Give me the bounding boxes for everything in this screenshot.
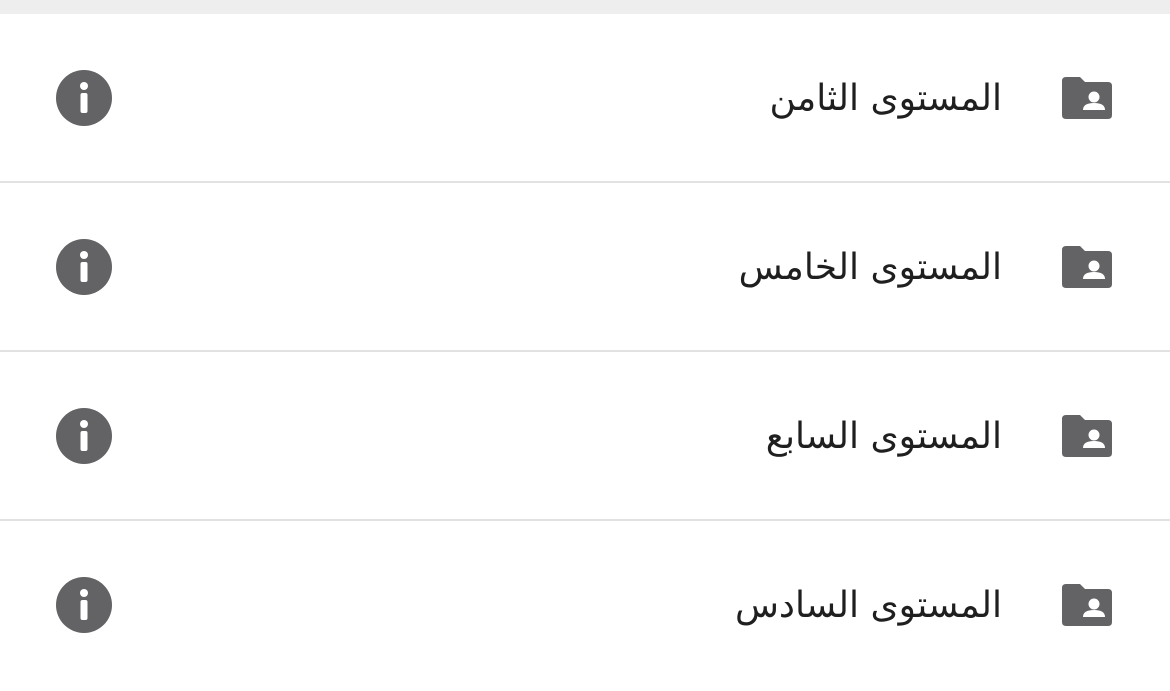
info-icon[interactable] [56,70,112,126]
item-label: المستوى السادس [734,585,1002,626]
list-item[interactable]: المستوى السابع [0,352,1170,521]
item-label: المستوى السابع [765,416,1002,457]
list-item[interactable]: المستوى الثامن [0,14,1170,183]
item-label: المستوى الثامن [769,78,1002,119]
item-label: المستوى الخامس [738,247,1002,288]
info-icon[interactable] [56,408,112,464]
folder-shared-icon [1060,246,1112,288]
list-item[interactable]: المستوى الخامس [0,183,1170,352]
list-item[interactable]: المستوى السادس [0,521,1170,690]
info-icon[interactable] [56,239,112,295]
info-icon[interactable] [56,577,112,633]
folder-shared-icon [1060,415,1112,457]
folder-shared-icon [1060,77,1112,119]
folder-shared-icon [1060,584,1112,626]
top-bar [0,0,1170,14]
folder-list: المستوى الثامن المستوى الخامس المستوى ال… [0,14,1170,691]
